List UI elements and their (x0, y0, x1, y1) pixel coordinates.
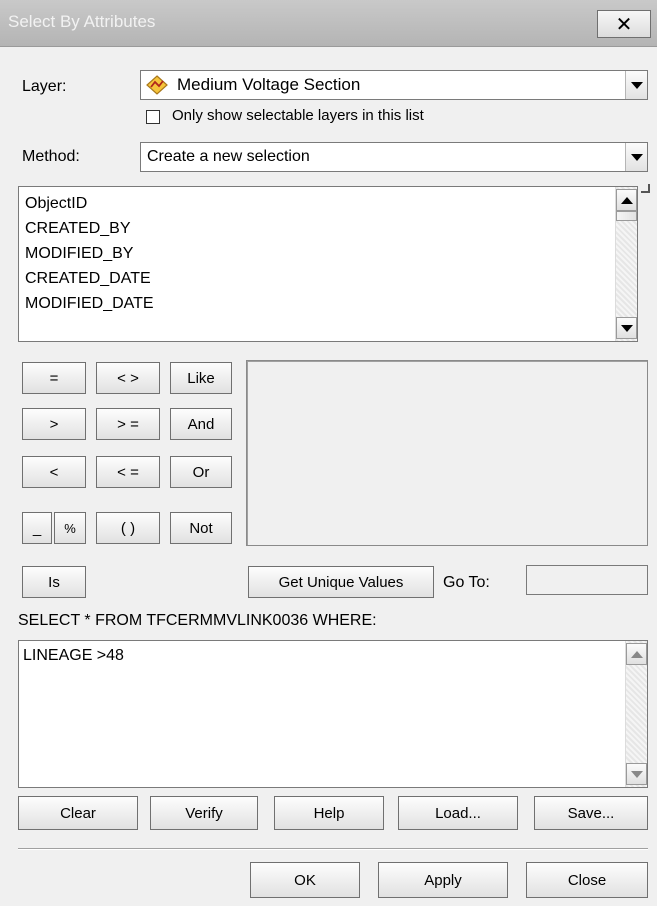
layer-label: Layer: (22, 78, 67, 95)
chevron-up-icon (620, 196, 633, 204)
method-value: Create a new selection (147, 148, 310, 165)
method-dropdown-button[interactable] (625, 143, 647, 171)
and-button[interactable]: And (170, 408, 232, 440)
list-item[interactable]: MODIFIED_DATE (19, 291, 637, 316)
verify-button[interactable]: Verify (150, 796, 258, 830)
query-expression-text: LINEAGE >48 (23, 647, 124, 664)
chevron-down-icon (620, 324, 633, 332)
scroll-thumb[interactable] (616, 211, 637, 221)
save-button[interactable]: Save... (534, 796, 648, 830)
list-item[interactable]: CREATED_BY (19, 216, 637, 241)
layer-dropdown[interactable]: Medium Voltage Section (140, 70, 648, 100)
less-button[interactable]: < (22, 456, 86, 488)
greater-button[interactable]: > (22, 408, 86, 440)
help-button[interactable]: Help (274, 796, 384, 830)
method-label: Method: (22, 148, 80, 165)
scroll-down-button[interactable] (616, 317, 637, 339)
unique-values-list[interactable] (246, 360, 648, 546)
chevron-down-icon (630, 770, 643, 778)
is-button[interactable]: Is (22, 566, 86, 598)
percent-button[interactable]: % (54, 512, 86, 544)
equals-button[interactable]: = (22, 362, 86, 394)
only-selectable-label: Only show selectable layers in this list (172, 107, 424, 124)
get-unique-values-button[interactable]: Get Unique Values (248, 566, 434, 598)
expression-scrollbar[interactable] (625, 641, 647, 787)
scroll-up-button[interactable] (626, 643, 647, 665)
list-item[interactable]: ObjectID (19, 191, 637, 216)
parens-button[interactable]: ( ) (96, 512, 160, 544)
list-item[interactable]: MODIFIED_BY (19, 241, 637, 266)
not-equals-button[interactable]: < > (96, 362, 160, 394)
like-button[interactable]: Like (170, 362, 232, 394)
only-selectable-checkbox[interactable] (146, 110, 160, 124)
chevron-down-icon (630, 81, 643, 89)
scroll-up-button[interactable] (616, 189, 637, 211)
ok-button[interactable]: OK (250, 862, 360, 898)
goto-label: Go To: (443, 574, 490, 591)
close-window-button[interactable]: ✕ (597, 10, 651, 38)
load-button[interactable]: Load... (398, 796, 518, 830)
not-button[interactable]: Not (170, 512, 232, 544)
or-button[interactable]: Or (170, 456, 232, 488)
polyline-layer-icon (145, 74, 169, 96)
window-title: Select By Attributes (8, 12, 156, 31)
separator (18, 848, 648, 850)
layer-value: Medium Voltage Section (177, 75, 361, 94)
chevron-up-icon (630, 650, 643, 658)
greater-equal-button[interactable]: > = (96, 408, 160, 440)
layer-dropdown-button[interactable] (625, 71, 647, 99)
expand-grip-icon[interactable] (641, 184, 650, 193)
less-equal-button[interactable]: < = (96, 456, 160, 488)
fields-scrollbar[interactable] (615, 187, 637, 341)
apply-button[interactable]: Apply (378, 862, 508, 898)
title-bar: Select By Attributes ✕ (0, 0, 657, 47)
close-icon: ✕ (615, 13, 633, 36)
goto-input[interactable] (526, 565, 648, 595)
close-button[interactable]: Close (526, 862, 648, 898)
method-dropdown[interactable]: Create a new selection (140, 142, 648, 172)
underscore-button[interactable]: _ (22, 512, 52, 544)
query-expression-input[interactable]: LINEAGE >48 (18, 640, 648, 788)
list-item[interactable]: CREATED_DATE (19, 266, 637, 291)
query-prefix: SELECT * FROM TFCERMMVLINK0036 WHERE: (18, 612, 377, 629)
scroll-down-button[interactable] (626, 763, 647, 785)
clear-button[interactable]: Clear (18, 796, 138, 830)
chevron-down-icon (630, 153, 643, 161)
fields-list[interactable]: ObjectID CREATED_BY MODIFIED_BY CREATED_… (18, 186, 638, 342)
